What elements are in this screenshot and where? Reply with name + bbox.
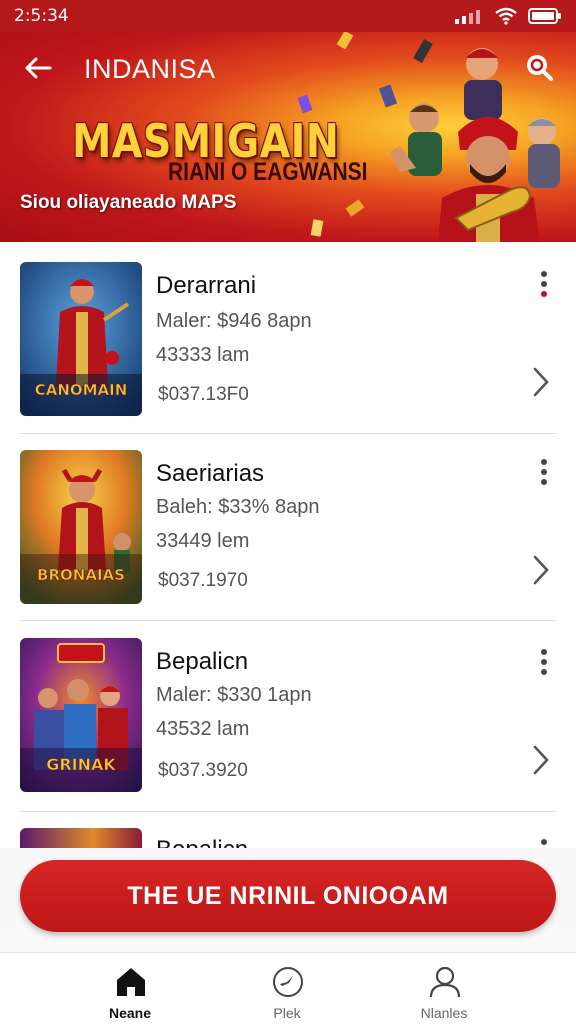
game-thumbnail[interactable]: CANOMAIN	[20, 262, 142, 416]
home-icon	[117, 968, 145, 996]
back-arrow-icon[interactable]	[22, 52, 54, 84]
cta-bar: THE UE NRINIL ONIOOAM	[0, 848, 576, 952]
confetti-decoration	[310, 219, 324, 237]
chevron-right-icon[interactable]	[530, 366, 552, 398]
game-title: Derarrani	[156, 272, 257, 299]
page-title: INDANISA	[84, 54, 216, 84]
game-thumbnail[interactable]: BRONAIAS	[20, 450, 142, 604]
thumbnail-caption: GRINAK	[46, 755, 116, 774]
bottom-nav: Neane Plek Nlanles	[0, 952, 576, 1024]
signal-icon	[455, 10, 480, 24]
game-price: $037.1970	[158, 570, 248, 591]
header-banner: INDANISA MASMIGAIN RIANI O EAGWANSI Siou…	[0, 32, 576, 242]
chevron-right-icon[interactable]	[530, 744, 552, 776]
chevron-right-icon[interactable]	[530, 554, 552, 586]
list-item[interactable]: CANOMAIN Derarrani Maler: $946 8apn 4333…	[0, 242, 576, 434]
list-item[interactable]: GRINAK Bepalicn Maler: $330 1apn 43532 l…	[0, 622, 576, 812]
game-count: 43333 lam	[156, 344, 250, 366]
nav-label-home: Neane	[108, 1005, 152, 1021]
nav-item-home[interactable]: Neane	[70, 953, 190, 1024]
status-bar: 2:5:34	[0, 0, 576, 32]
more-options-icon[interactable]	[536, 270, 552, 300]
status-time: 2:5:34	[14, 6, 69, 26]
hero-tagline: Siou oliayaneado MAPS	[20, 192, 237, 213]
more-options-icon[interactable]	[536, 648, 552, 678]
game-maker: Maler: $330 1apn	[156, 684, 312, 706]
more-options-icon[interactable]	[536, 458, 552, 488]
game-price: $037.13F0	[158, 384, 249, 405]
wifi-icon	[495, 7, 517, 25]
battery-icon	[528, 8, 561, 24]
primary-action-button[interactable]: THE UE NRINIL ONIOOAM	[20, 860, 556, 932]
game-count: 33449 lem	[156, 530, 250, 552]
list-item[interactable]: BRONAIAS Saeriarias Baleh: $33% 8apn 334…	[0, 432, 576, 622]
divider	[20, 620, 556, 621]
game-price: $037.3920	[158, 760, 248, 781]
nav-label-explore: Plek	[273, 1005, 301, 1021]
confetti-decoration	[336, 32, 354, 50]
game-maker: Maler: $946 8apn	[156, 310, 312, 332]
status-icons	[454, 6, 562, 26]
profile-icon	[429, 966, 461, 998]
game-title: Saeriarias	[156, 460, 265, 487]
game-maker: Baleh: $33% 8apn	[156, 496, 320, 518]
nav-item-explore[interactable]: Plek	[227, 953, 347, 1024]
nav-item-profile[interactable]: Nlanles	[384, 953, 504, 1024]
search-icon[interactable]	[524, 52, 554, 82]
confetti-decoration	[297, 94, 313, 114]
thumbnail-caption: BRONAIAS	[37, 566, 125, 584]
nav-label-profile: Nlanles	[420, 1005, 468, 1021]
game-title: Bepalicn	[156, 648, 249, 675]
list-item[interactable]: Bepalicn	[0, 812, 576, 852]
game-count: 43532 lam	[156, 718, 250, 740]
hero-subtitle: RIANI O EAGWANSI	[168, 158, 368, 186]
compass-icon	[273, 967, 303, 997]
game-list: CANOMAIN Derarrani Maler: $946 8apn 4333…	[0, 242, 576, 852]
thumbnail-caption: CANOMAIN	[35, 381, 128, 399]
game-thumbnail[interactable]: GRINAK	[20, 638, 142, 792]
